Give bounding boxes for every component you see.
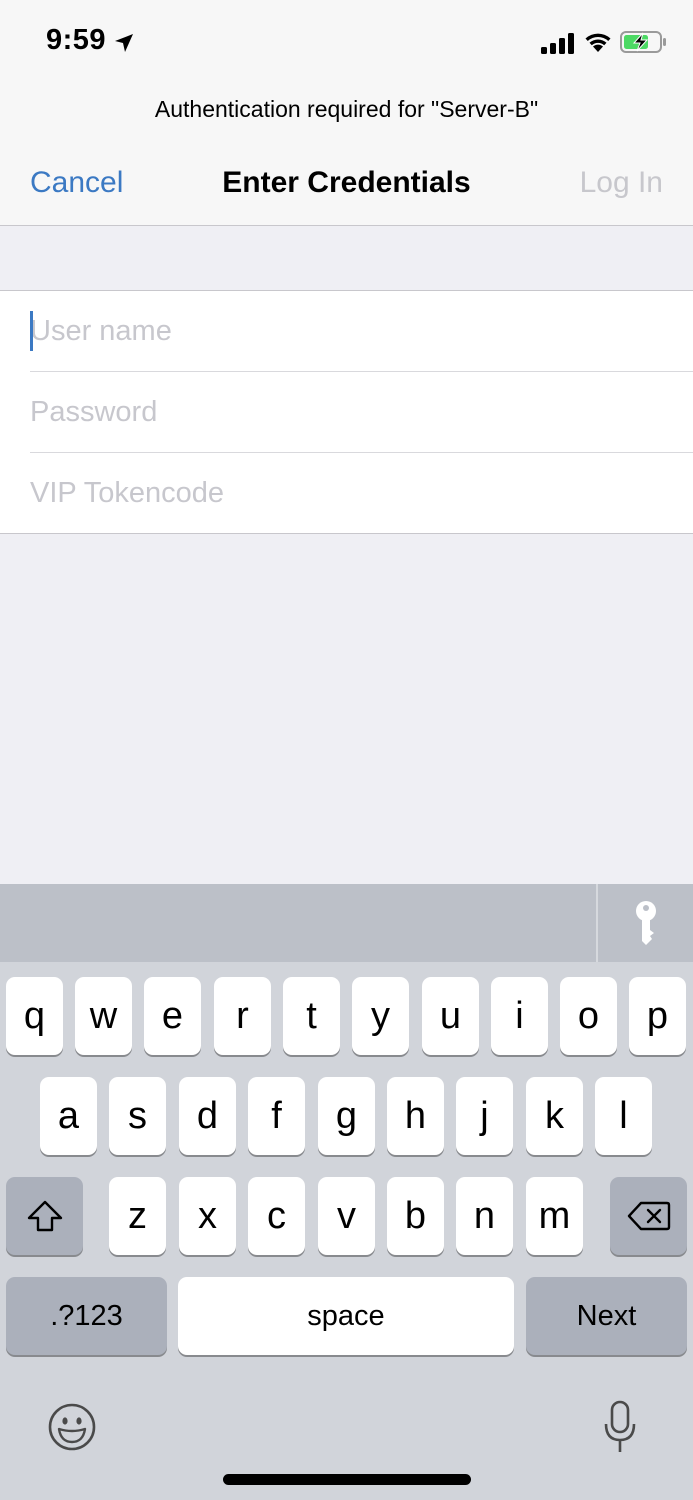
key-k[interactable]: k [526,1077,583,1155]
key-j[interactable]: j [456,1077,513,1155]
key-a[interactable]: a [40,1077,97,1155]
next-key[interactable]: Next [526,1277,687,1355]
status-bar: 9:59 [0,0,693,88]
space-key[interactable]: space [178,1277,514,1355]
key-u[interactable]: u [422,977,479,1055]
key-y[interactable]: y [352,977,409,1055]
battery-charging-icon [620,31,666,53]
key-h[interactable]: h [387,1077,444,1155]
key-l[interactable]: l [595,1077,652,1155]
key-z[interactable]: z [109,1177,166,1255]
key-o[interactable]: o [560,977,617,1055]
location-arrow-icon [115,34,133,52]
key-e[interactable]: e [144,977,201,1055]
status-time: 9:59 [46,24,107,56]
text-caret [30,311,33,351]
key-m[interactable]: m [526,1177,583,1255]
password-input[interactable] [30,372,693,452]
backspace-icon [627,1201,670,1231]
key-b[interactable]: b [387,1177,444,1255]
shift-key[interactable] [6,1177,83,1255]
key-p[interactable]: p [629,977,686,1055]
key-i[interactable]: i [491,977,548,1055]
signal-icon [541,33,574,54]
keyboard: q w e r t y u i o p a s d f g h j k l z … [0,884,693,1500]
key-x[interactable]: x [179,1177,236,1255]
wifi-icon [585,33,611,52]
keyboard-toolbar [0,884,693,962]
key-d[interactable]: d [179,1077,236,1155]
numbers-key[interactable]: .?123 [6,1277,167,1355]
key-w[interactable]: w [75,977,132,1055]
key-r[interactable]: r [214,977,271,1055]
toolbar-divider [596,884,598,962]
key-n[interactable]: n [456,1177,513,1255]
home-indicator[interactable] [223,1474,471,1485]
key-icon[interactable] [630,900,662,946]
username-input[interactable] [30,291,693,371]
key-q[interactable]: q [6,977,63,1055]
key-t[interactable]: t [283,977,340,1055]
emoji-icon[interactable] [47,1402,97,1452]
microphone-icon[interactable] [603,1400,637,1456]
key-c[interactable]: c [248,1177,305,1255]
key-g[interactable]: g [318,1077,375,1155]
key-f[interactable]: f [248,1077,305,1155]
cancel-button[interactable]: Cancel [30,166,123,200]
token-field-row [30,453,693,534]
password-field-row [30,372,693,453]
login-button[interactable]: Log In [580,166,663,200]
key-v[interactable]: v [318,1177,375,1255]
auth-prompt: Authentication required for "Server-B" [154,96,539,122]
backspace-key[interactable] [610,1177,687,1255]
shift-icon [27,1200,62,1232]
credentials-form [0,290,693,534]
key-s[interactable]: s [109,1077,166,1155]
username-field-row [30,291,693,372]
tokencode-input[interactable] [30,453,693,534]
